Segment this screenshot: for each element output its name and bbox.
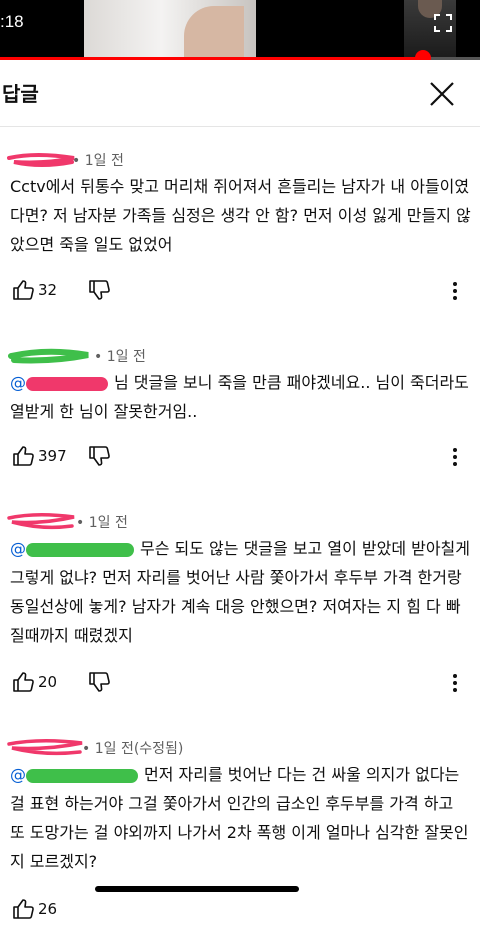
comment-actions: 20 bbox=[0, 671, 480, 699]
comment-text: @ 무슨 되도 않는 댓글을 보고 열이 받았데 받아칠게 그렇게 없냐? 먼저 … bbox=[10, 534, 472, 650]
comment-actions: 397 bbox=[0, 445, 480, 473]
comment-text: @ 먼저 자리를 벗어난 다는 건 싸울 의지가 없다는걸 표현 하는거야 그걸 … bbox=[10, 760, 472, 876]
video-scrubber[interactable] bbox=[415, 50, 431, 60]
like-count: 32 bbox=[38, 281, 58, 299]
page-title: 답글 bbox=[2, 82, 39, 106]
thumbs-down-icon[interactable] bbox=[88, 279, 110, 301]
thumbs-up-icon[interactable] bbox=[12, 898, 34, 920]
like-count: 397 bbox=[38, 447, 67, 465]
author-redaction bbox=[7, 512, 75, 530]
mention-redaction bbox=[26, 376, 108, 391]
mention-redaction bbox=[26, 542, 134, 557]
thumbs-up-icon[interactable] bbox=[12, 279, 34, 301]
video-frame bbox=[84, 0, 256, 60]
video-player[interactable]: :18 bbox=[0, 0, 480, 60]
comment-text: @ 님 댓글을 보니 죽을 만큼 패야겠네요.. 님이 죽더라도 열받게 한 님이… bbox=[10, 368, 472, 426]
comment-meta: • 1일 전 bbox=[72, 153, 124, 169]
fullscreen-icon[interactable] bbox=[434, 14, 452, 32]
home-indicator[interactable] bbox=[95, 886, 299, 892]
thumbs-up-icon[interactable] bbox=[12, 671, 34, 693]
author-redaction bbox=[7, 153, 75, 167]
comment-meta: • 1일 전 bbox=[94, 349, 146, 365]
mention-link[interactable]: @ bbox=[10, 373, 26, 392]
thumbs-down-icon[interactable] bbox=[88, 671, 110, 693]
comment-actions: 26 bbox=[0, 898, 480, 926]
close-icon[interactable] bbox=[424, 76, 460, 112]
author-redaction bbox=[8, 348, 89, 364]
more-options-icon[interactable] bbox=[446, 445, 464, 469]
mention-redaction bbox=[26, 768, 138, 783]
replies-header: 답글 bbox=[0, 60, 480, 127]
comment-actions: 32 bbox=[0, 279, 480, 307]
more-options-icon[interactable] bbox=[446, 279, 464, 303]
more-options-icon[interactable] bbox=[446, 671, 464, 695]
like-count: 26 bbox=[38, 900, 58, 918]
mention-link[interactable]: @ bbox=[10, 539, 26, 558]
comment-meta: • 1일 전(수정됨) bbox=[82, 741, 184, 757]
like-count: 20 bbox=[38, 673, 58, 691]
video-time: :18 bbox=[0, 12, 24, 31]
thumbs-down-icon[interactable] bbox=[88, 445, 110, 467]
thumbs-up-icon[interactable] bbox=[12, 445, 34, 467]
mention-link[interactable]: @ bbox=[10, 765, 26, 784]
comment-meta: • 1일 전 bbox=[76, 515, 128, 531]
author-redaction bbox=[7, 738, 83, 756]
comment-text: Cctv에서 뒤통수 맞고 머리채 쥐어져서 흔들리는 남자가 내 아들이였다면… bbox=[10, 177, 471, 254]
